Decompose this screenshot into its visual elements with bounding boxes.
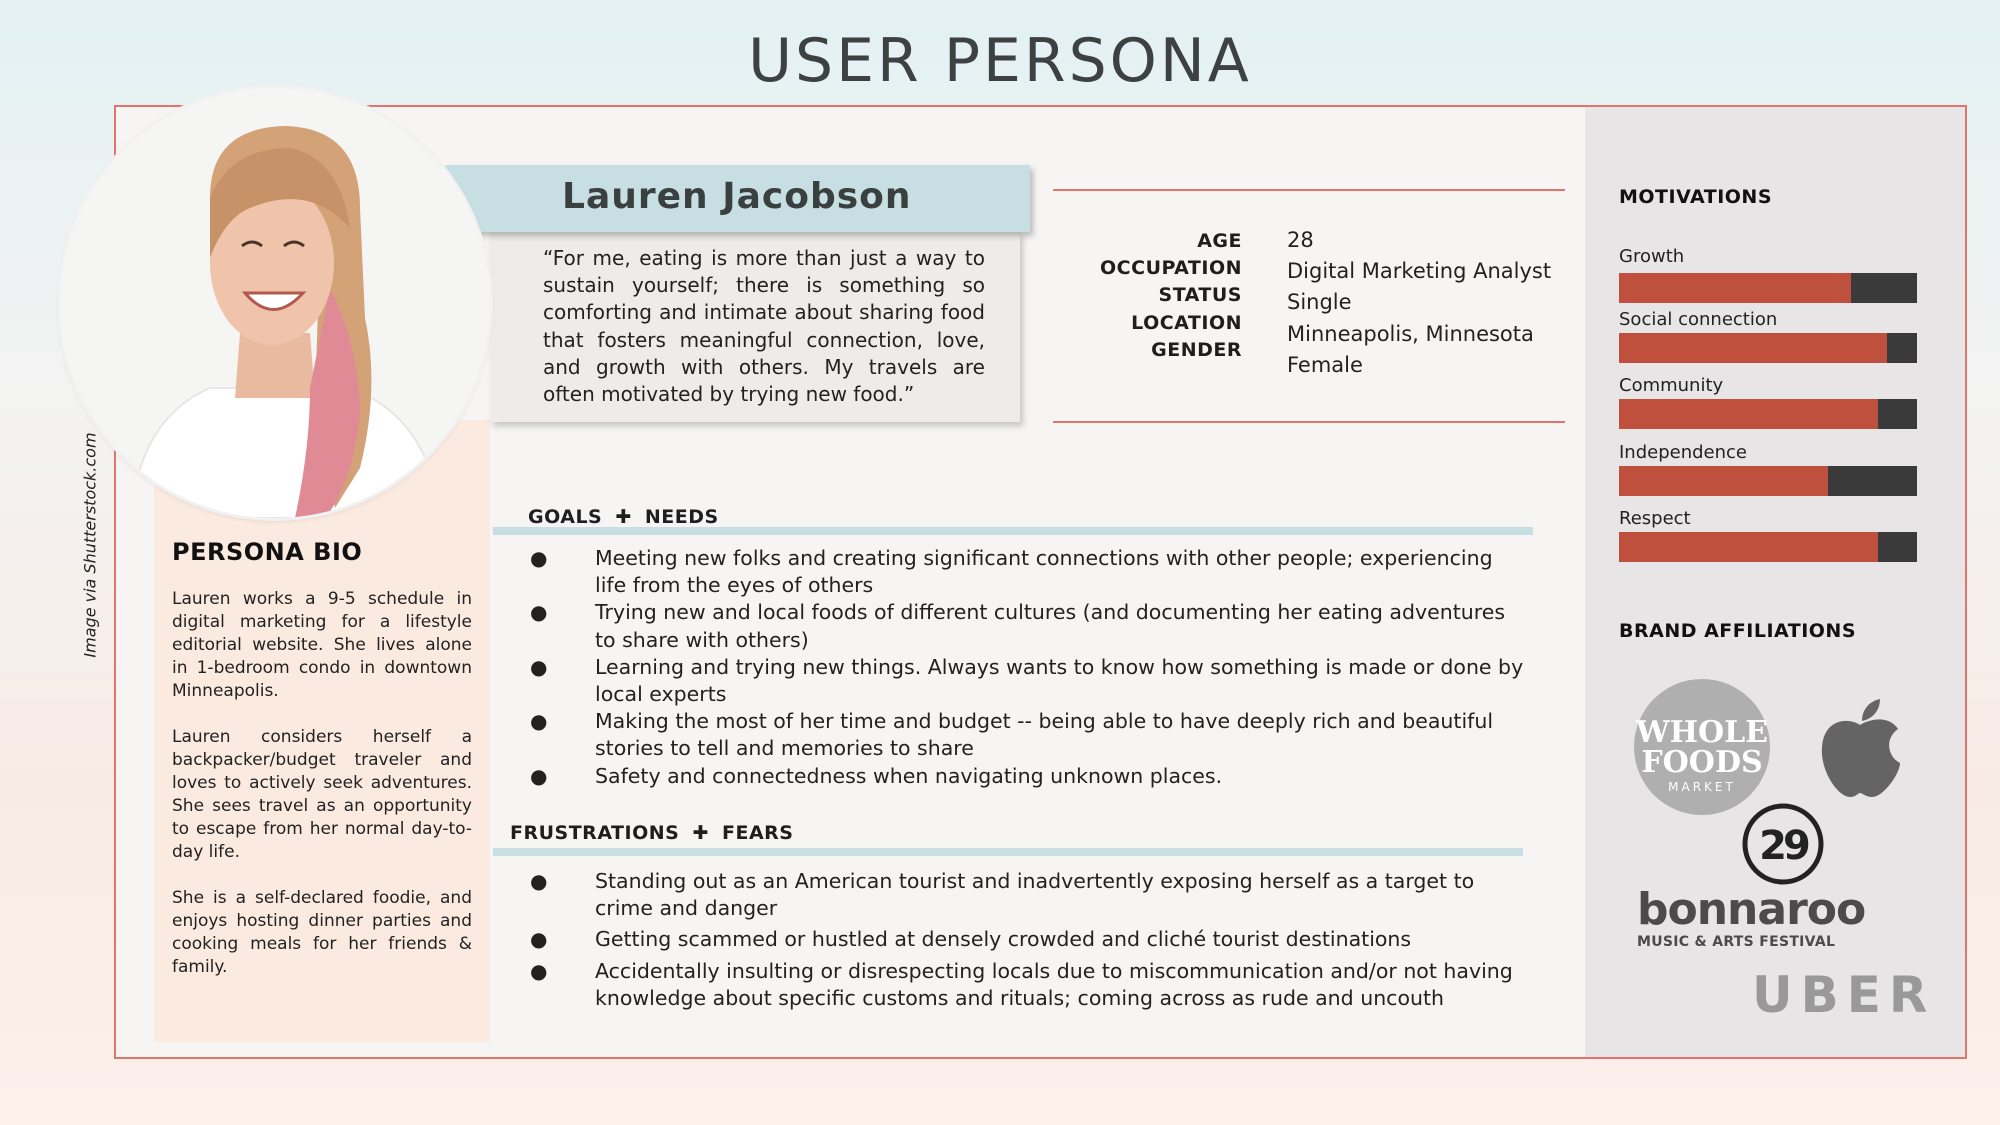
bio-paragraph: Lauren works a 9-5 schedule in digital m…	[172, 589, 472, 701]
label-status: STATUS	[1158, 284, 1242, 307]
goals-heading-a: GOALS	[528, 506, 603, 528]
persona-name: Lauren Jacobson	[562, 176, 912, 217]
list-item: ● Trying new and local foods of different…	[530, 599, 1530, 653]
goals-heading-b: NEEDS	[644, 506, 719, 528]
list-item: ● Making the most of her time and budget …	[530, 708, 1530, 762]
list-item: ● Accidentally insulting or disrespecting…	[530, 958, 1530, 1012]
bullet-icon: ●	[530, 600, 548, 625]
persona-photo	[60, 88, 490, 518]
bio-title: PERSONA BIO	[172, 538, 363, 566]
fear-text: Getting scammed or hustled at densely cr…	[595, 927, 1412, 952]
motivation-label: Growth	[1619, 246, 1685, 267]
motivation-label: Independence	[1619, 442, 1748, 463]
frustrations-bar	[493, 848, 1523, 856]
frustrations-heading-a: FRUSTRATIONS	[510, 822, 680, 844]
refinery29-logo-mark: 29	[1742, 803, 1824, 885]
divider-bottom	[1053, 421, 1565, 423]
bio-paragraph: She is a self-declared foodie, and enjoy…	[172, 888, 472, 977]
list-item: ● Standing out as an American tourist and…	[530, 868, 1530, 922]
value-age: 28	[1287, 228, 1314, 252]
motivation-meter	[1619, 399, 1917, 429]
motivation-label: Community	[1619, 375, 1724, 396]
list-item: ● Meeting new folks and creating signific…	[530, 545, 1530, 599]
motivation-label: Social connection	[1619, 309, 1778, 330]
bio-text: Lauren works a 9-5 schedule in digital m…	[172, 588, 472, 1002]
motivation-meter-fill	[1619, 399, 1879, 429]
refinery29-logo: 29	[1741, 802, 1825, 890]
brands-title: BRAND AFFILIATIONS	[1619, 620, 1857, 642]
value-occupation: Digital Marketing Analyst	[1287, 259, 1552, 284]
plus-icon: ✚	[615, 506, 632, 528]
label-gender: GENDER	[1151, 338, 1242, 361]
goal-text: Safety and connectedness when navigating…	[595, 763, 1223, 788]
motivation-meter	[1619, 532, 1917, 562]
label-age: AGE	[1197, 230, 1242, 252]
motivation-meter-fill	[1619, 273, 1852, 303]
goals-heading: GOALS ✚ NEEDS	[528, 506, 719, 528]
fear-text: Accidentally insulting or disrespecting …	[595, 958, 1513, 1010]
value-location: Minneapolis, Minnesota	[1287, 321, 1534, 346]
bonnaroo-name: bonnaroo	[1637, 884, 1866, 935]
persona-photo-illustration	[60, 88, 490, 518]
whole-foods-logo-mark: WHOLE FOODS MARKET	[1634, 679, 1770, 815]
goal-text: Learning and trying new things. Always w…	[595, 654, 1524, 707]
demographic-values: 28 Digital Marketing Analyst Single Minn…	[1287, 225, 1551, 381]
motivation-meter-fill	[1619, 532, 1879, 562]
motivation-meter-fill	[1619, 466, 1828, 496]
bonnaroo-tagline: MUSIC & ARTS FESTIVAL	[1637, 934, 1836, 950]
label-location: LOCATION	[1131, 311, 1242, 334]
uber-logo: UBER	[1752, 966, 1936, 1024]
whole-foods-line3: MARKET	[1668, 780, 1736, 794]
persona-quote: “For me, eating is more than just a way …	[543, 246, 985, 407]
whole-foods-line2: FOODS	[1641, 745, 1762, 780]
bullet-icon: ●	[530, 869, 548, 893]
list-item: ● Getting scammed or hustled at densely c…	[530, 926, 1530, 953]
motivation-meter	[1619, 333, 1917, 363]
motivations-title: MOTIVATIONS	[1619, 186, 1773, 208]
bullet-icon: ●	[530, 763, 548, 788]
motivation-meter	[1619, 273, 1917, 303]
frustrations-list: ● Standing out as an American tourist and…	[530, 868, 1530, 1012]
value-status: Single	[1287, 290, 1352, 315]
list-item: ● Safety and connectedness when navigatin…	[530, 763, 1530, 790]
bullet-icon: ●	[530, 654, 548, 679]
goals-list: ● Meeting new folks and creating signific…	[530, 545, 1530, 790]
bio-paragraph: Lauren considers herself a backpacker/bu…	[172, 727, 472, 862]
goals-bar	[493, 527, 1533, 535]
bullet-icon: ●	[530, 709, 548, 734]
value-gender: Female	[1287, 352, 1363, 377]
demographic-labels: AGE OCCUPATION STATUS LOCATION GENDER	[1100, 228, 1242, 364]
frustrations-heading-b: FEARS	[721, 822, 794, 844]
whole-foods-logo: WHOLE FOODS MARKET	[1634, 679, 1770, 819]
plus-icon: ✚	[692, 822, 709, 844]
frustrations-heading: FRUSTRATIONS ✚ FEARS	[510, 822, 793, 844]
apple-logo-icon	[1818, 697, 1902, 803]
bonnaroo-logo: bonnaroo MUSIC & ARTS FESTIVAL	[1637, 884, 1866, 951]
goal-text: Meeting new folks and creating significa…	[595, 546, 1493, 598]
motivation-meter	[1619, 466, 1917, 496]
goal-text: Making the most of her time and budget -…	[595, 709, 1494, 761]
image-credit: Image via Shutterstock.com	[80, 432, 100, 658]
motivation-label: Respect	[1619, 508, 1691, 529]
bullet-icon: ●	[530, 927, 548, 952]
bullet-icon: ●	[530, 958, 548, 983]
divider-top	[1053, 189, 1565, 191]
page-title: USER PERSONA	[748, 26, 1252, 96]
bullet-icon: ●	[530, 546, 548, 570]
goal-text: Trying new and local foods of different …	[595, 600, 1506, 652]
motivation-meter-fill	[1619, 333, 1888, 363]
list-item: ● Learning and trying new things. Always …	[530, 654, 1530, 708]
label-occupation: OCCUPATION	[1100, 257, 1242, 280]
fear-text: Standing out as an American tourist and …	[595, 869, 1475, 921]
apple-logo-mark	[1821, 699, 1900, 797]
refinery29-mark: 29	[1759, 823, 1809, 869]
